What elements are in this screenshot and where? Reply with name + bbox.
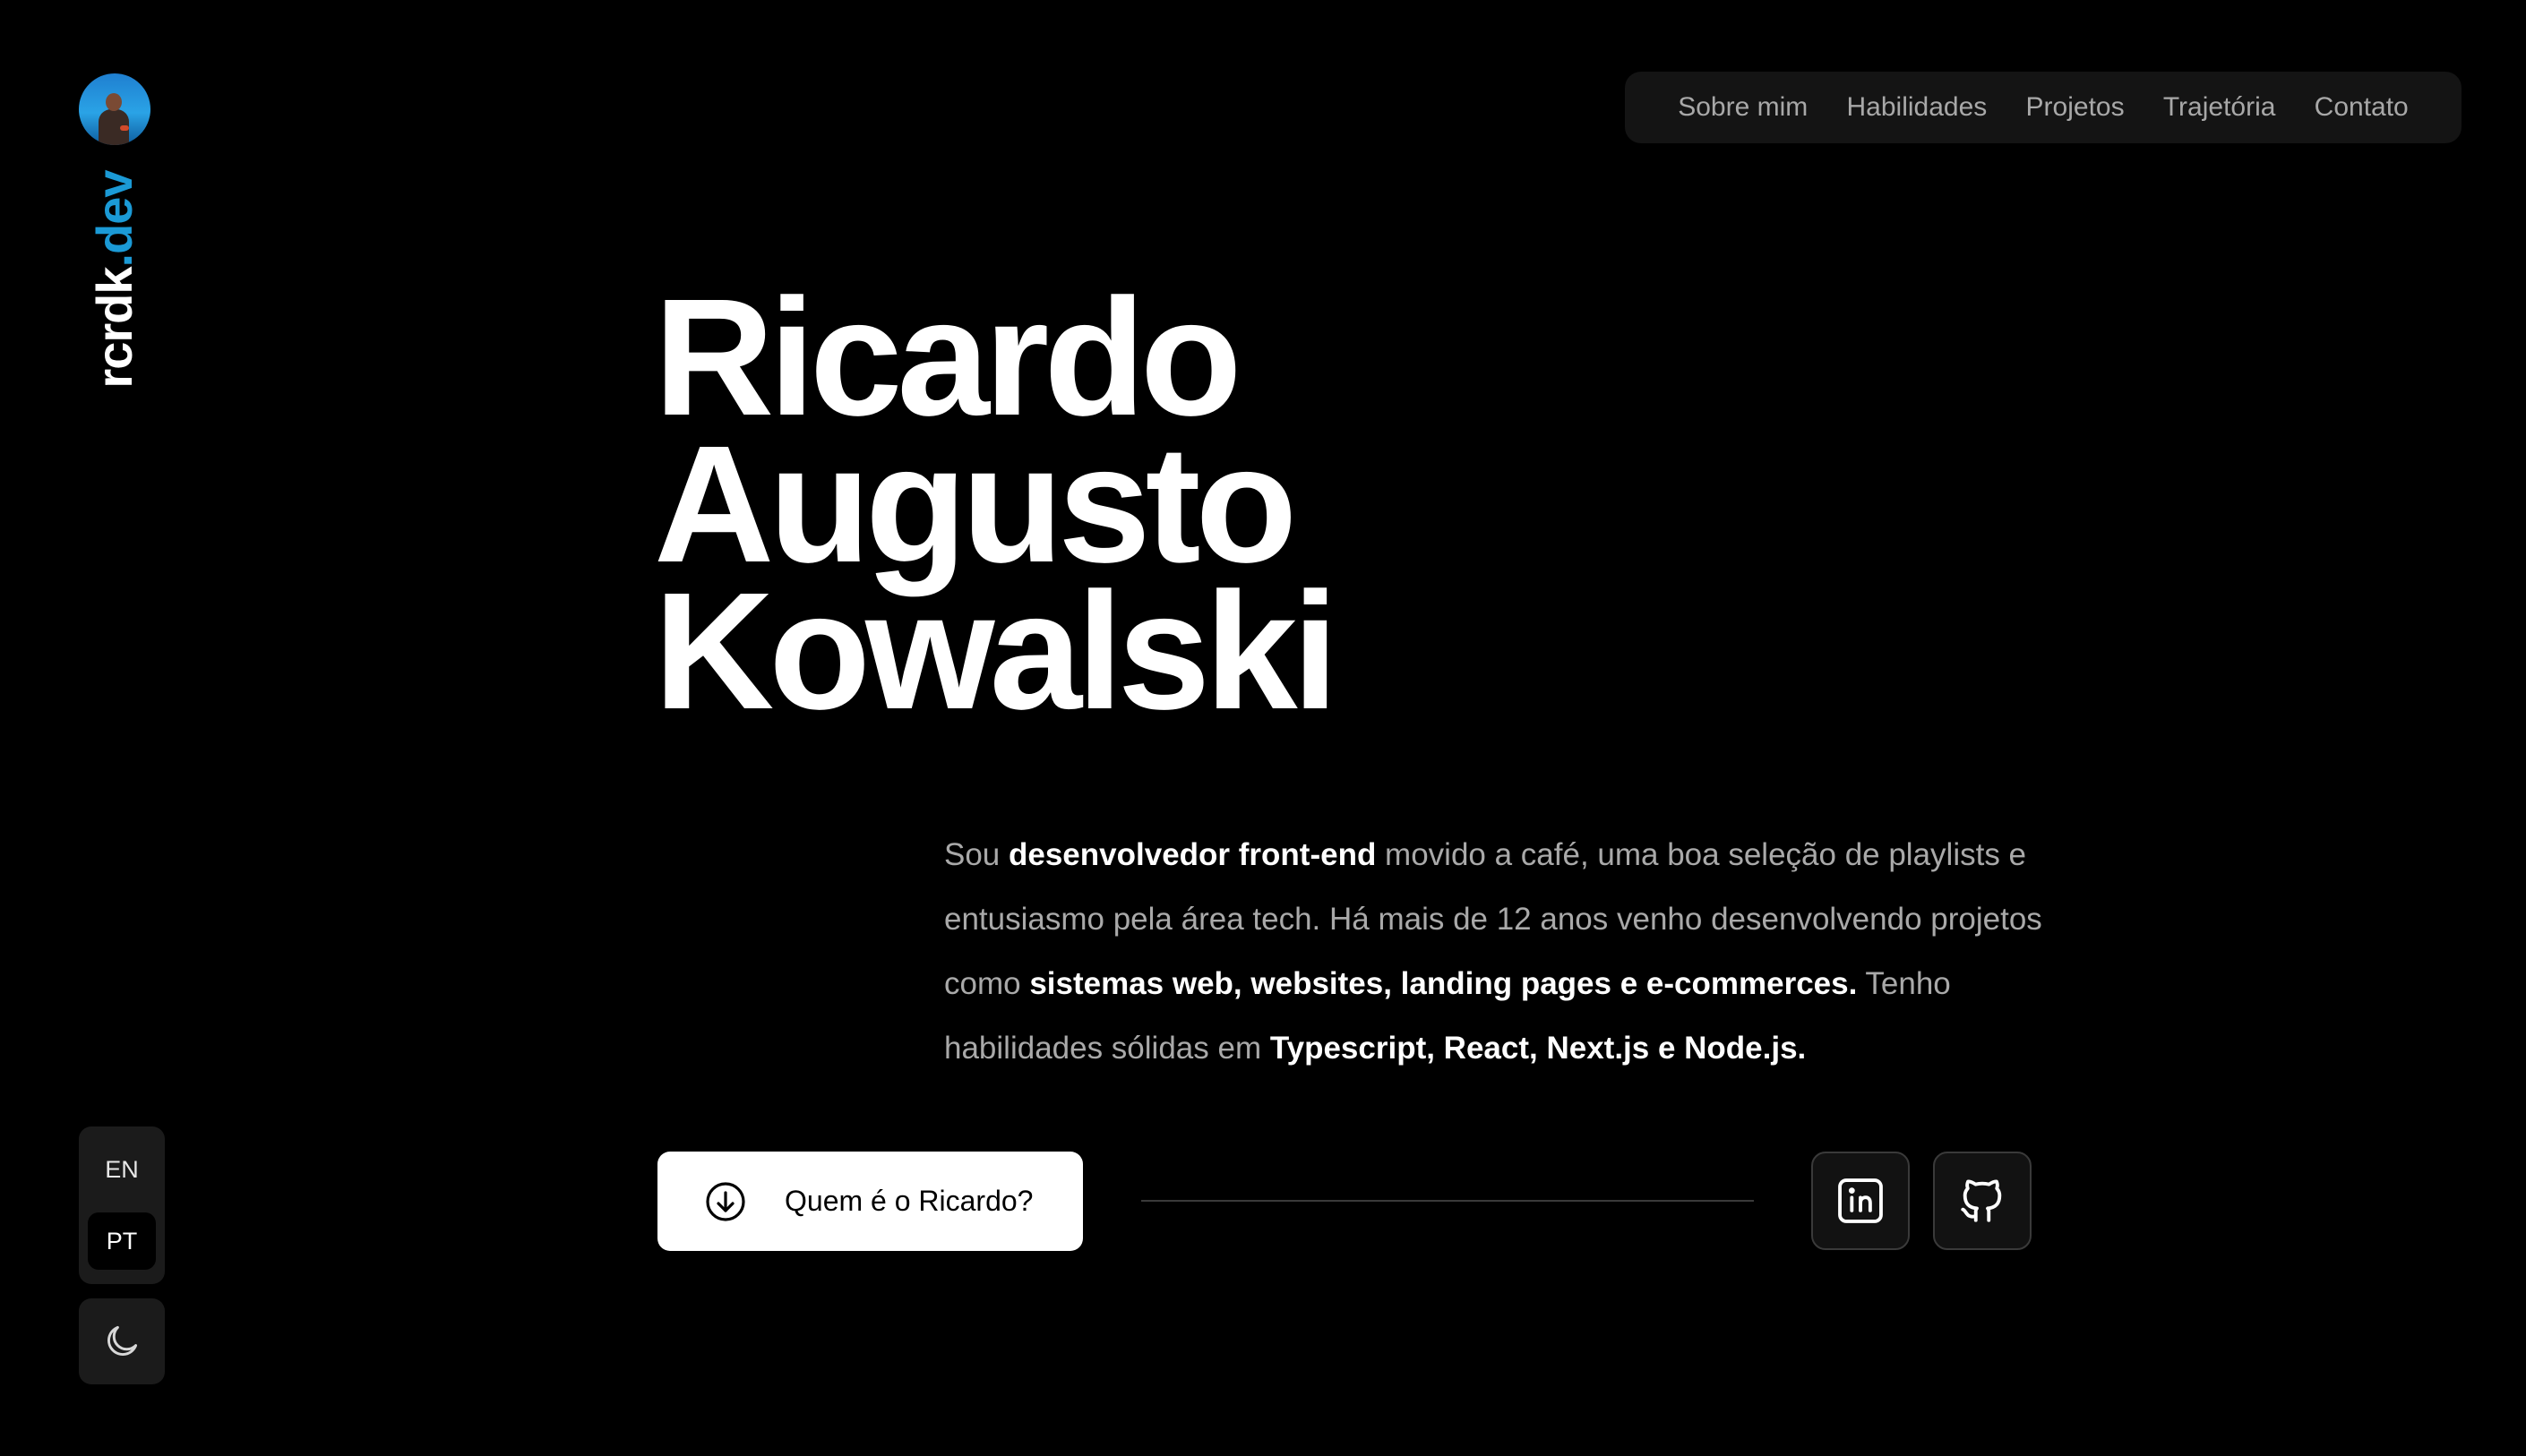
cta-divider [1141, 1200, 1754, 1202]
bio-highlight-skills: Typescript, React, Next.js e Node.js. [1269, 1031, 1807, 1066]
nav-link-habilidades[interactable]: Habilidades [1847, 92, 1988, 123]
logo-name: rcrdk [86, 267, 142, 389]
bio-highlight-role: desenvolvedor front-end [1009, 837, 1377, 872]
avatar-person-head [106, 93, 122, 111]
bio-text-1: Sou [944, 837, 1009, 872]
hero-name: Ricardo Augusto Kowalski [654, 265, 1338, 744]
logo-tld: .dev [86, 170, 142, 268]
language-option-en[interactable]: EN [88, 1141, 156, 1198]
github-icon [1961, 1179, 2002, 1222]
moon-icon [107, 1325, 138, 1356]
language-switcher: EN PT [79, 1126, 165, 1284]
nav-link-contato[interactable]: Contato [2315, 92, 2409, 123]
site-logo[interactable]: rcrdk.dev [86, 170, 142, 388]
theme-toggle-button[interactable] [79, 1298, 165, 1384]
top-navigation: Sobre mim Habilidades Projetos Trajetóri… [1625, 72, 2462, 143]
linkedin-button[interactable] [1811, 1152, 1910, 1250]
avatar [79, 73, 150, 145]
nav-link-trajetoria[interactable]: Trajetória [2163, 92, 2276, 123]
github-button[interactable] [1933, 1152, 2032, 1250]
hero-name-first: Ricardo [654, 265, 1242, 450]
nav-link-sobre-mim[interactable]: Sobre mim [1678, 92, 1808, 123]
linkedin-icon [1838, 1178, 1883, 1223]
hero-name-middle: Augusto [654, 412, 1297, 597]
cta-label: Quem é o Ricardo? [785, 1185, 1034, 1217]
avatar-person-hand [120, 125, 129, 131]
bio-highlight-projects: sistemas web, websites, landing pages e … [1029, 966, 1858, 1001]
arrow-down-circle-icon [706, 1181, 745, 1221]
hero-name-last: Kowalski [654, 559, 1338, 744]
bio-paragraph: Sou desenvolvedor front-end movido a caf… [944, 823, 2055, 1081]
language-option-pt[interactable]: PT [88, 1212, 156, 1270]
who-is-ricardo-button[interactable]: Quem é o Ricardo? [657, 1152, 1083, 1251]
nav-link-projetos[interactable]: Projetos [2026, 92, 2125, 123]
